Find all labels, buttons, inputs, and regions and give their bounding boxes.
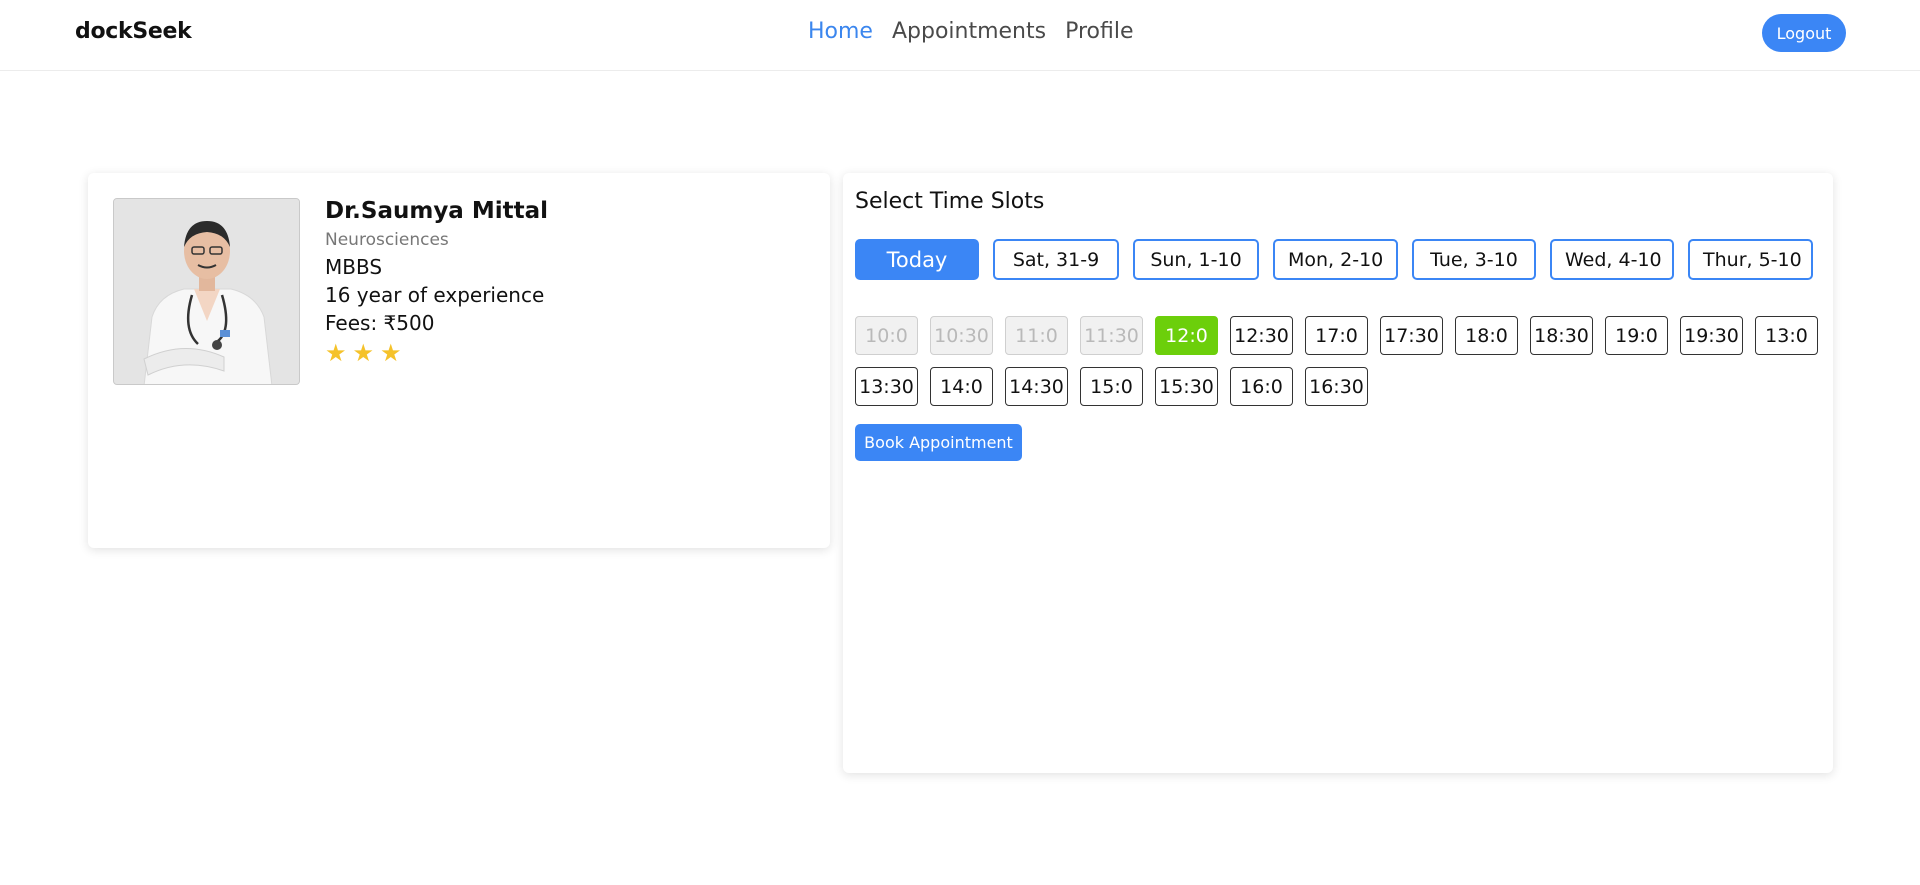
time-slot-button[interactable]: 16:30 [1305, 367, 1368, 406]
time-slot-button[interactable]: 15:30 [1155, 367, 1218, 406]
day-tab-sat[interactable]: Sat, 31-9 [993, 239, 1119, 280]
rating-stars: ★ ★ ★ [325, 339, 548, 367]
day-tab-tue[interactable]: Tue, 3-10 [1412, 239, 1536, 280]
time-slot-button[interactable]: 14:0 [930, 367, 993, 406]
star-icon: ★ [380, 339, 402, 367]
doctor-portrait-image [114, 199, 299, 384]
day-selector: Today Sat, 31-9 Sun, 1-10 Mon, 2-10 Tue,… [855, 239, 1813, 280]
time-slot-title: Select Time Slots [855, 189, 1045, 214]
logout-button[interactable]: Logout [1762, 14, 1846, 52]
time-slot-button: 11:0 [1005, 316, 1068, 355]
time-slot-button[interactable]: 19:0 [1605, 316, 1668, 355]
day-tab-wed[interactable]: Wed, 4-10 [1550, 239, 1674, 280]
doctor-fees: Fees: ₹500 [325, 311, 435, 335]
doctor-specialty: Neurosciences [325, 230, 449, 250]
brand-logo[interactable]: dockSeek [75, 19, 192, 44]
time-slot-button[interactable]: 18:0 [1455, 316, 1518, 355]
time-slot-button[interactable]: 14:30 [1005, 367, 1068, 406]
book-appointment-button[interactable]: Book Appointment [855, 424, 1022, 461]
day-tab-sun[interactable]: Sun, 1-10 [1133, 239, 1259, 280]
time-slot-button[interactable]: 18:30 [1530, 316, 1593, 355]
time-slot-button: 10:30 [930, 316, 993, 355]
time-slot-button[interactable]: 16:0 [1230, 367, 1293, 406]
time-slot-button: 10:0 [855, 316, 918, 355]
time-slot-grid: 10:0 10:30 11:0 11:30 12:0 12:30 17:0 17:30 18:0… [855, 316, 1835, 406]
day-tab-today[interactable]: Today [855, 239, 979, 280]
time-slot-card: Select Time Slots Today Sat, 31-9 Sun, 1… [843, 173, 1833, 773]
nav-profile[interactable]: Profile [1065, 19, 1133, 44]
time-slot-button[interactable]: 15:0 [1080, 367, 1143, 406]
time-slot-button[interactable]: 13:30 [855, 367, 918, 406]
star-icon: ★ [352, 339, 375, 367]
day-tab-thur[interactable]: Thur, 5-10 [1688, 239, 1813, 280]
doctor-degree: MBBS [325, 255, 383, 279]
nav-appointments[interactable]: Appointments [892, 19, 1046, 44]
time-slot-button[interactable]: 12:30 [1230, 316, 1293, 355]
time-slot-button[interactable]: 12:0 [1155, 316, 1218, 355]
day-tab-mon[interactable]: Mon, 2-10 [1273, 239, 1398, 280]
navbar: dockSeek Home Appointments Profile Logou… [0, 0, 1920, 71]
main-nav: Home Appointments Profile [808, 19, 1134, 44]
time-slot-button[interactable]: 17:0 [1305, 316, 1368, 355]
doctor-info: Dr.Saumya Mittal Neurosciences MBBS 16 y… [325, 198, 548, 367]
time-slot-button[interactable]: 19:30 [1680, 316, 1743, 355]
doctor-experience: 16 year of experience [325, 283, 545, 307]
time-slot-button: 11:30 [1080, 316, 1143, 355]
doctor-card: Dr.Saumya Mittal Neurosciences MBBS 16 y… [88, 173, 830, 548]
star-icon: ★ [325, 339, 347, 367]
doctor-name: Dr.Saumya Mittal [325, 198, 549, 224]
time-slot-button[interactable]: 13:0 [1755, 316, 1818, 355]
time-slot-button[interactable]: 17:30 [1380, 316, 1443, 355]
nav-home[interactable]: Home [808, 19, 873, 44]
doctor-photo [113, 198, 300, 385]
